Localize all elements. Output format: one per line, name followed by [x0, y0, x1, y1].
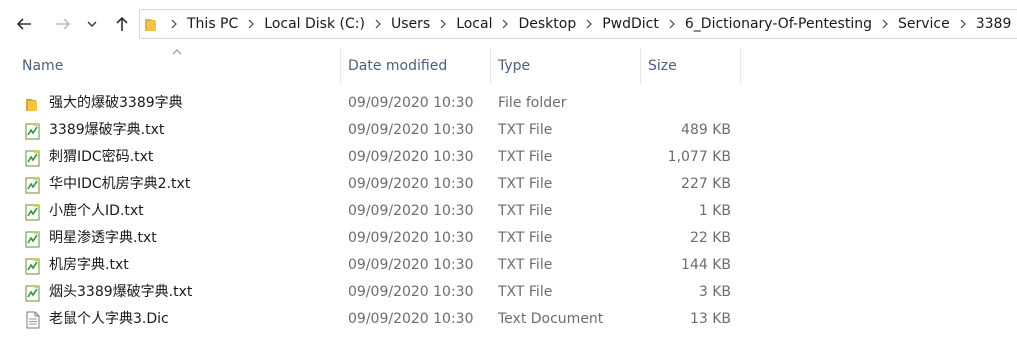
- forward-arrow-icon: [56, 18, 71, 30]
- list-item[interactable]: 烟头3389爆破字典.txt 09/09/2020 10:30 TXT File…: [0, 279, 1017, 306]
- forward-button[interactable]: [51, 12, 75, 36]
- breadcrumb-separator-icon[interactable]: [367, 10, 389, 38]
- file-name: 烟头3389爆破字典.txt: [49, 284, 193, 300]
- breadcrumb-separator-icon[interactable]: [163, 10, 185, 38]
- up-arrow-icon: [116, 16, 128, 31]
- file-type: TXT File: [498, 230, 553, 246]
- breadcrumb-dictionary-of-pentesting[interactable]: 6_Dictionary-Of-Pentesting: [683, 10, 874, 38]
- breadcrumb-separator-icon[interactable]: [240, 10, 262, 38]
- file-size: 3 KB: [698, 284, 731, 300]
- recent-locations-button[interactable]: [82, 12, 102, 36]
- txt-file-icon: [25, 285, 40, 302]
- breadcrumb-separator-icon[interactable]: [661, 10, 683, 38]
- file-size: 22 KB: [689, 230, 731, 246]
- file-date-modified: 09/09/2020 10:30: [348, 284, 474, 300]
- file-name: 明星渗透字典.txt: [49, 230, 157, 246]
- file-name: 强大的爆破3389字典: [49, 95, 183, 111]
- file-size: 13 KB: [689, 311, 731, 327]
- breadcrumb-separator-icon[interactable]: [952, 10, 974, 38]
- file-date-modified: 09/09/2020 10:30: [348, 95, 474, 111]
- file-date-modified: 09/09/2020 10:30: [348, 203, 474, 219]
- back-arrow-icon: [16, 18, 31, 30]
- file-name: 小鹿个人ID.txt: [49, 203, 144, 219]
- list-item[interactable]: 华中IDC机房字典2.txt 09/09/2020 10:30 TXT File…: [0, 171, 1017, 198]
- chevron-down-icon: [87, 21, 97, 27]
- address-bar[interactable]: This PC Local Disk (C:) Users Local Desk…: [139, 9, 1017, 39]
- list-item[interactable]: 强大的爆破3389字典 09/09/2020 10:30 File folder: [0, 90, 1017, 117]
- breadcrumb-local-disk[interactable]: Local Disk (C:): [262, 10, 367, 38]
- file-type: TXT File: [498, 149, 553, 165]
- folder-icon: [26, 99, 37, 111]
- file-name: 华中IDC机房字典2.txt: [49, 176, 191, 192]
- txt-file-icon: [25, 204, 40, 221]
- breadcrumb-pwddict[interactable]: PwdDict: [600, 10, 661, 38]
- list-item[interactable]: 老鼠个人字典3.Dic 09/09/2020 10:30 Text Docume…: [0, 306, 1017, 333]
- file-size: 227 KB: [681, 176, 731, 192]
- breadcrumb-separator-icon[interactable]: [1013, 10, 1017, 38]
- file-date-modified: 09/09/2020 10:30: [348, 311, 474, 327]
- file-date-modified: 09/09/2020 10:30: [348, 257, 474, 273]
- file-type: TXT File: [498, 122, 553, 138]
- column-type[interactable]: Type: [490, 48, 640, 84]
- breadcrumb-separator-icon[interactable]: [578, 10, 600, 38]
- breadcrumb-service[interactable]: Service: [896, 10, 952, 38]
- list-item[interactable]: 刺猬IDC密码.txt 09/09/2020 10:30 TXT File 1,…: [0, 144, 1017, 171]
- file-name: 刺猬IDC密码.txt: [49, 149, 154, 165]
- file-type: TXT File: [498, 203, 553, 219]
- file-date-modified: 09/09/2020 10:30: [348, 122, 474, 138]
- file-type: TXT File: [498, 284, 553, 300]
- file-explorer-window: This PC Local Disk (C:) Users Local Desk…: [0, 0, 1017, 344]
- file-type: File folder: [498, 95, 567, 111]
- file-size: 144 KB: [681, 257, 731, 273]
- file-date-modified: 09/09/2020 10:30: [348, 230, 474, 246]
- column-date-modified[interactable]: Date modified: [340, 48, 490, 84]
- file-type: TXT File: [498, 176, 553, 192]
- up-button[interactable]: [110, 12, 134, 36]
- file-size: 1,077 KB: [667, 149, 731, 165]
- folder-icon: [145, 19, 156, 31]
- txt-file-icon: [25, 123, 40, 140]
- back-button[interactable]: [12, 12, 36, 36]
- txt-file-icon: [25, 177, 40, 194]
- breadcrumb-desktop[interactable]: Desktop: [516, 10, 578, 38]
- column-header: Name Date modified Type Size: [0, 48, 1017, 84]
- breadcrumb-3389[interactable]: 3389: [974, 10, 1014, 38]
- list-item[interactable]: 明星渗透字典.txt 09/09/2020 10:30 TXT File 22 …: [0, 225, 1017, 252]
- file-name: 3389爆破字典.txt: [49, 122, 165, 138]
- file-size: 489 KB: [681, 122, 731, 138]
- column-size[interactable]: Size: [640, 48, 740, 84]
- breadcrumb-this-pc[interactable]: This PC: [185, 10, 240, 38]
- breadcrumb-users[interactable]: Users: [389, 10, 432, 38]
- list-item[interactable]: 3389爆破字典.txt 09/09/2020 10:30 TXT File 4…: [0, 117, 1017, 144]
- navigation-bar: This PC Local Disk (C:) Users Local Desk…: [0, 0, 1017, 48]
- txt-file-icon: [25, 231, 40, 248]
- txt-file-icon: [25, 150, 40, 167]
- list-item[interactable]: 小鹿个人ID.txt 09/09/2020 10:30 TXT File 1 K…: [0, 198, 1017, 225]
- file-date-modified: 09/09/2020 10:30: [348, 176, 474, 192]
- breadcrumb-separator-icon[interactable]: [432, 10, 454, 38]
- file-type: Text Document: [498, 311, 604, 327]
- list-item[interactable]: 机房字典.txt 09/09/2020 10:30 TXT File 144 K…: [0, 252, 1017, 279]
- file-size: 1 KB: [698, 203, 731, 219]
- column-divider[interactable]: [740, 48, 741, 84]
- txt-file-icon: [25, 258, 40, 275]
- file-date-modified: 09/09/2020 10:30: [348, 149, 474, 165]
- file-name: 机房字典.txt: [49, 257, 129, 273]
- breadcrumb-separator-icon[interactable]: [494, 10, 516, 38]
- breadcrumb-separator-icon[interactable]: [874, 10, 896, 38]
- column-name[interactable]: Name: [14, 48, 340, 84]
- file-type: TXT File: [498, 257, 553, 273]
- breadcrumb-local[interactable]: Local: [454, 10, 494, 38]
- file-name: 老鼠个人字典3.Dic: [49, 311, 169, 327]
- text-document-icon: [26, 311, 40, 329]
